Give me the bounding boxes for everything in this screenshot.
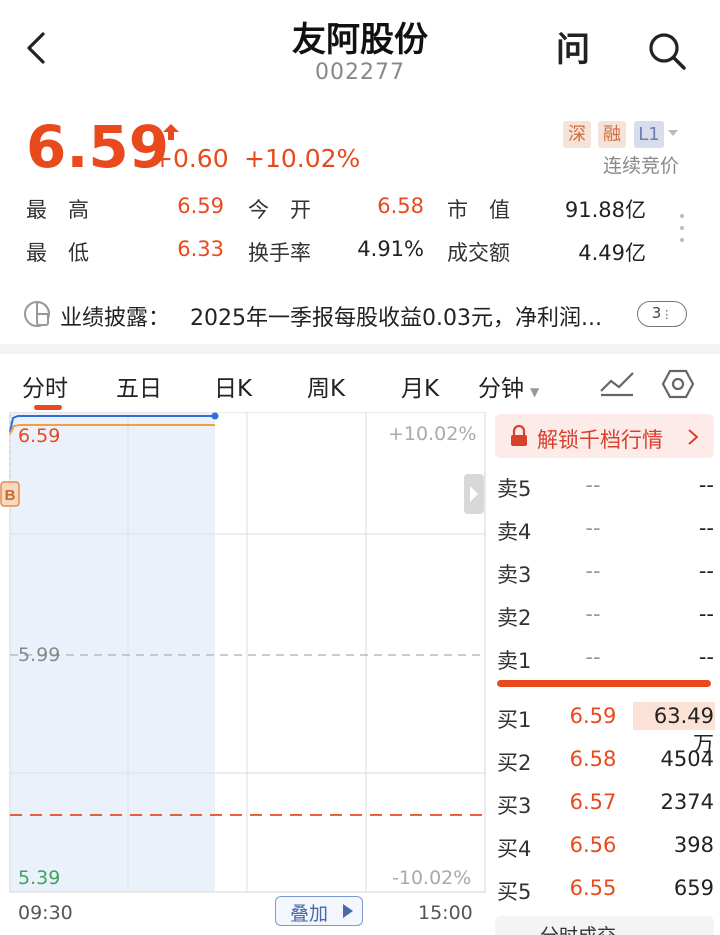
pct-label-top: +10.02% [388, 423, 477, 445]
stat-value: 6.33 [177, 237, 224, 261]
more-vertical-icon[interactable] [678, 213, 686, 243]
stat-value: 4.91% [357, 237, 424, 261]
tab-monthly-k[interactable]: 月K [401, 369, 439, 403]
bid-label: 买3 [497, 794, 532, 818]
bid-volume: 2374 [660, 790, 714, 814]
settings-icon[interactable] [661, 367, 695, 401]
bid-label: 买5 [497, 880, 532, 904]
ask-price: -- [585, 645, 601, 669]
section-divider [0, 344, 720, 354]
bid-label: 买4 [497, 837, 532, 861]
tab-five-day[interactable]: 五日 [116, 369, 162, 403]
price-dot [211, 412, 219, 420]
ask-label: 卖1 [497, 649, 532, 673]
bid-label: 买2 [497, 751, 532, 775]
ask-volume: -- [698, 473, 714, 497]
bid-label: 买1 [497, 708, 532, 732]
ask-price: -- [585, 473, 601, 497]
y-label-top: 6.59 [18, 425, 61, 447]
x-label-start: 09:30 [18, 902, 73, 924]
bid-price: 6.55 [569, 876, 617, 900]
stat-label: 市 值 [447, 198, 510, 222]
tab-weekly-k[interactable]: 周K [307, 369, 345, 403]
bid-price: 6.56 [569, 833, 617, 857]
chevron-right-icon [688, 429, 699, 445]
ask-price: -- [585, 559, 601, 583]
ask-price: -- [585, 602, 601, 626]
report-icon [24, 300, 51, 327]
y-label-mid: 5.99 [18, 644, 61, 666]
ask-label: 卖3 [497, 563, 532, 587]
y-label-bottom: 5.39 [18, 867, 61, 889]
stat-label: 最 低 [26, 241, 89, 265]
bid-volume: 4504 [660, 747, 714, 771]
announcement-text[interactable]: 2025年一季报每股收益0.03元，净利润... [190, 300, 620, 332]
b-marker-label: B [5, 487, 16, 504]
announcement-count-badge[interactable]: 3⋮ [637, 301, 687, 327]
ask-icon: 问 [556, 30, 590, 70]
price-change-pct: +10.02% [244, 144, 361, 173]
orderbook-divider [497, 680, 711, 687]
active-tab-indicator [34, 405, 62, 410]
caret-down-icon: ▼ [530, 385, 540, 399]
bid-price: 6.59 [569, 704, 617, 728]
lock-icon [511, 425, 527, 446]
stat-label: 换手率 [248, 241, 311, 265]
stat-value: 6.59 [177, 194, 224, 218]
announcement-label: 业绩披露： [60, 306, 171, 331]
ask-price: -- [585, 516, 601, 540]
tab-minute[interactable]: 分钟 ▼ [478, 369, 539, 403]
caret-down-icon[interactable] [667, 128, 679, 138]
stat-value: 6.58 [377, 194, 424, 218]
trading-status: 连续竞价 [603, 155, 680, 177]
ask-button[interactable]: 问 [553, 28, 593, 72]
ask-label: 卖2 [497, 606, 532, 630]
ask-volume: -- [698, 645, 714, 669]
bid-price: 6.58 [569, 747, 617, 771]
stat-value: 91.88亿 [564, 198, 646, 222]
bid-volume: 659 [673, 876, 714, 900]
ask-volume: -- [698, 516, 714, 540]
current-price: 6.59 [26, 113, 170, 181]
search-icon[interactable] [646, 30, 688, 72]
ask-label: 卖4 [497, 520, 532, 544]
stat-label: 最 高 [26, 198, 89, 222]
tick-trades-label: 分时成交 [540, 921, 616, 935]
stock-code: 002277 [315, 60, 405, 85]
intraday-chart[interactable]: B 6.59 5.99 5.39 +10.02% -10.02% 09:30 1… [0, 411, 490, 935]
price-change: +0.60 [152, 144, 229, 173]
stat-label: 今 开 [248, 198, 311, 222]
page-title: 友阿股份 [292, 20, 428, 60]
level-tag[interactable]: L1 [634, 121, 664, 148]
bid-volume: 398 [673, 833, 714, 857]
stat-label: 成交额 [447, 241, 510, 265]
stat-value: 4.49亿 [578, 241, 646, 265]
play-icon [343, 904, 353, 918]
bid-price: 6.57 [569, 790, 617, 814]
margin-tag: 融 [598, 121, 626, 148]
market-tag: 深 [563, 121, 591, 148]
ask-volume: -- [698, 602, 714, 626]
overlay-button[interactable]: 叠加 [275, 896, 363, 926]
tab-daily-k[interactable]: 日K [214, 369, 252, 403]
tab-intraday[interactable]: 分时 [22, 369, 68, 403]
unlock-depth-label: 解锁千档行情 [537, 428, 663, 452]
ask-label: 卖5 [497, 477, 532, 501]
up-arrow-icon [163, 124, 179, 140]
ask-volume: -- [698, 559, 714, 583]
pct-label-bottom: -10.02% [392, 867, 472, 889]
x-label-end: 15:00 [418, 902, 473, 924]
trend-line-icon[interactable] [599, 369, 635, 397]
chart-svg: B [0, 411, 486, 893]
